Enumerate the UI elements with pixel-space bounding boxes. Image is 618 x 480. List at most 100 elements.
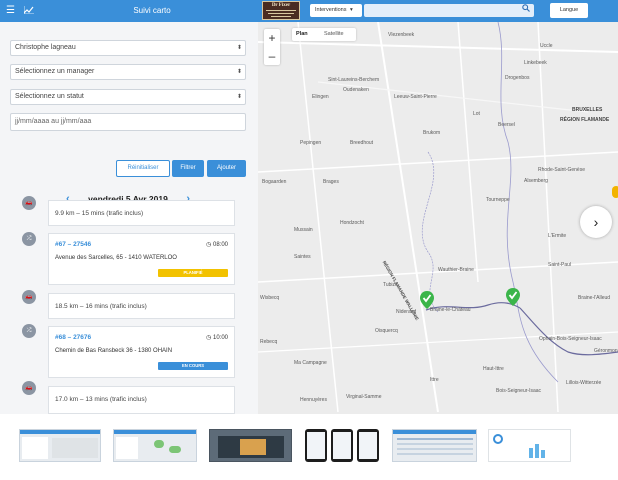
- thumbnail-desktop[interactable]: [209, 429, 292, 462]
- map-label: Hondzocht: [340, 220, 364, 226]
- intervention-card[interactable]: #67 – 27546 ◷ 08:00 Avenue des Sarcelles…: [48, 233, 235, 285]
- map-marker-icon[interactable]: [612, 186, 618, 198]
- thumbnail-strip: [0, 414, 618, 480]
- time-value: 08:00: [212, 242, 228, 248]
- map-label: Ittre: [430, 377, 439, 383]
- thumbnail-mobile[interactable]: [303, 429, 381, 462]
- map-label: Pepingen: [300, 140, 322, 146]
- map-label: Alsemberg: [524, 178, 548, 184]
- thumbnail-map[interactable]: [19, 429, 101, 462]
- zoom-out-button[interactable]: –: [264, 47, 280, 65]
- intervention-address: Avenue des Sarcelles, 65 - 1410 WATERLOO: [55, 255, 177, 261]
- search-input[interactable]: [364, 4, 534, 17]
- map-label: Lillois-Witterzée: [566, 380, 602, 386]
- filter-button[interactable]: Filtrer: [172, 160, 204, 177]
- search-icon[interactable]: [520, 4, 532, 17]
- map-label: Bois-Seigneur-Isaac: [496, 388, 542, 394]
- time-value: 10:00: [212, 335, 228, 341]
- map-label: Leeuw-Saint-Pierre: [394, 94, 437, 100]
- select-arrows-icon: ⬍: [236, 94, 242, 100]
- map-type-control: Plan Satellite: [292, 28, 356, 41]
- map-label: Wisbecq: [260, 295, 280, 301]
- map-marker-icon[interactable]: [420, 291, 434, 309]
- clock-icon: ◷: [206, 242, 212, 248]
- travel-card: 9.9 km – 15 mins (trafic inclus): [48, 200, 235, 226]
- caret-down-icon: ▾: [350, 7, 353, 13]
- status-value: Sélectionnez un statut: [15, 93, 84, 100]
- shuffle-icon: ⤮: [22, 232, 36, 246]
- car-icon: 🚗: [22, 381, 36, 395]
- map-type-plan[interactable]: Plan: [296, 28, 308, 41]
- map-label: Géronmon: [594, 348, 618, 354]
- technician-value: Christophe lagneau: [15, 44, 76, 51]
- map-label: Saintes: [294, 254, 311, 260]
- map-label: BRUXELLES: [572, 107, 603, 113]
- map-label: Brages: [323, 179, 339, 185]
- map-label: Ophain-Bois-Seigneur-Isaac: [539, 336, 602, 342]
- map-label: Oudenaken: [343, 87, 369, 93]
- map-label: Sint-Laureins-Berchem: [328, 77, 380, 83]
- zoom-in-button[interactable]: +: [264, 29, 280, 47]
- clock-icon: ◷: [206, 335, 212, 341]
- app-window: ☰ Suivi carto Dr Fixer Interventions ▾ L…: [0, 0, 618, 414]
- reset-button[interactable]: Réinitialiser: [116, 160, 170, 177]
- technician-select[interactable]: Christophe lagneau ⬍: [10, 40, 246, 56]
- travel-card: 17.0 km – 13 mins (trafic inclus): [48, 386, 235, 414]
- map-label: RÉGION FLAMANDE: [560, 117, 610, 123]
- manager-value: Sélectionnez un manager: [15, 68, 95, 75]
- manager-select[interactable]: Sélectionnez un manager ⬍: [10, 64, 246, 80]
- map-label: Saint-Paul: [548, 262, 572, 268]
- map-label: Ma Campagne: [294, 360, 327, 366]
- thumbnail-heatmap[interactable]: [113, 429, 197, 462]
- intervention-address: Chemin de Bas Ransbeck 36 - 1380 OHAIN: [55, 348, 173, 354]
- map-view[interactable]: Vlezenbeek Uccle Linkebeek Drogenbos Sin…: [258, 22, 618, 414]
- language-label: Langue: [559, 7, 579, 13]
- status-select[interactable]: Sélectionnez un statut ⬍: [10, 89, 246, 105]
- map-label: Tourneppe: [486, 197, 510, 203]
- select-arrows-icon: ⬍: [236, 45, 242, 51]
- sidebar: Christophe lagneau ⬍ Sélectionnez un man…: [0, 22, 258, 414]
- map-label: Vlezenbeek: [388, 32, 415, 38]
- line-chart-icon[interactable]: [23, 0, 34, 22]
- date-range-placeholder: jj/mm/aaaa au jj/mm/aaa: [15, 118, 92, 125]
- map-label: Uccle: [540, 43, 553, 49]
- add-button[interactable]: Ajouter: [207, 160, 246, 177]
- intervention-ref[interactable]: #68 – 27676: [55, 334, 91, 341]
- map-label: Virginal-Samme: [346, 394, 382, 400]
- page-title: Suivi carto: [133, 6, 171, 15]
- map-label: Niderand: [396, 309, 417, 315]
- map-label: Rhode-Saint-Genèse: [538, 167, 585, 173]
- travel-card: 18.5 km – 16 mins (trafic inclus): [48, 293, 235, 319]
- intervention-card[interactable]: #68 – 27676 ◷ 10:00 Chemin de Bas Ransbe…: [48, 326, 235, 378]
- shuffle-icon: ⤮: [22, 324, 36, 338]
- map-label: Drogenbos: [505, 75, 530, 81]
- chevron-right-icon: ›: [593, 214, 599, 230]
- date-range-input[interactable]: jj/mm/aaaa au jj/mm/aaa: [10, 113, 246, 131]
- car-icon: 🚗: [22, 290, 36, 304]
- intervention-ref[interactable]: #67 – 27546: [55, 241, 91, 248]
- car-icon: 🚗: [22, 196, 36, 210]
- thumbnail-dashboard[interactable]: [488, 429, 571, 462]
- map-label: Mussain: [294, 227, 313, 233]
- map-label: Brukom: [423, 130, 441, 136]
- interventions-label: Interventions: [315, 7, 347, 13]
- page: ☰ Suivi carto Dr Fixer Interventions ▾ L…: [0, 0, 618, 480]
- language-button[interactable]: Langue: [550, 3, 588, 18]
- select-arrows-icon: ⬍: [236, 69, 242, 75]
- hamburger-icon[interactable]: ☰: [6, 0, 15, 22]
- map-marker-icon[interactable]: [506, 288, 520, 306]
- map-type-satellite[interactable]: Satellite: [324, 28, 344, 41]
- map-label: Tubize: [383, 282, 398, 288]
- map-label: Oisquercq: [375, 328, 398, 334]
- map-label: Elingen: [312, 94, 329, 100]
- map-label: Breedhout: [350, 140, 374, 146]
- status-badge: PLANIFIÉ: [158, 269, 228, 277]
- thumbnail-table[interactable]: [392, 429, 477, 462]
- map-label: Bogaarden: [262, 179, 287, 185]
- map-label: Rebecq: [260, 339, 278, 345]
- intervention-time: ◷ 10:00: [206, 334, 228, 341]
- map-label: Braine-le-Château: [430, 307, 471, 313]
- interventions-dropdown[interactable]: Interventions ▾: [310, 4, 362, 17]
- next-slide-button[interactable]: ›: [580, 206, 612, 238]
- map-label: L'Ermite: [548, 233, 567, 239]
